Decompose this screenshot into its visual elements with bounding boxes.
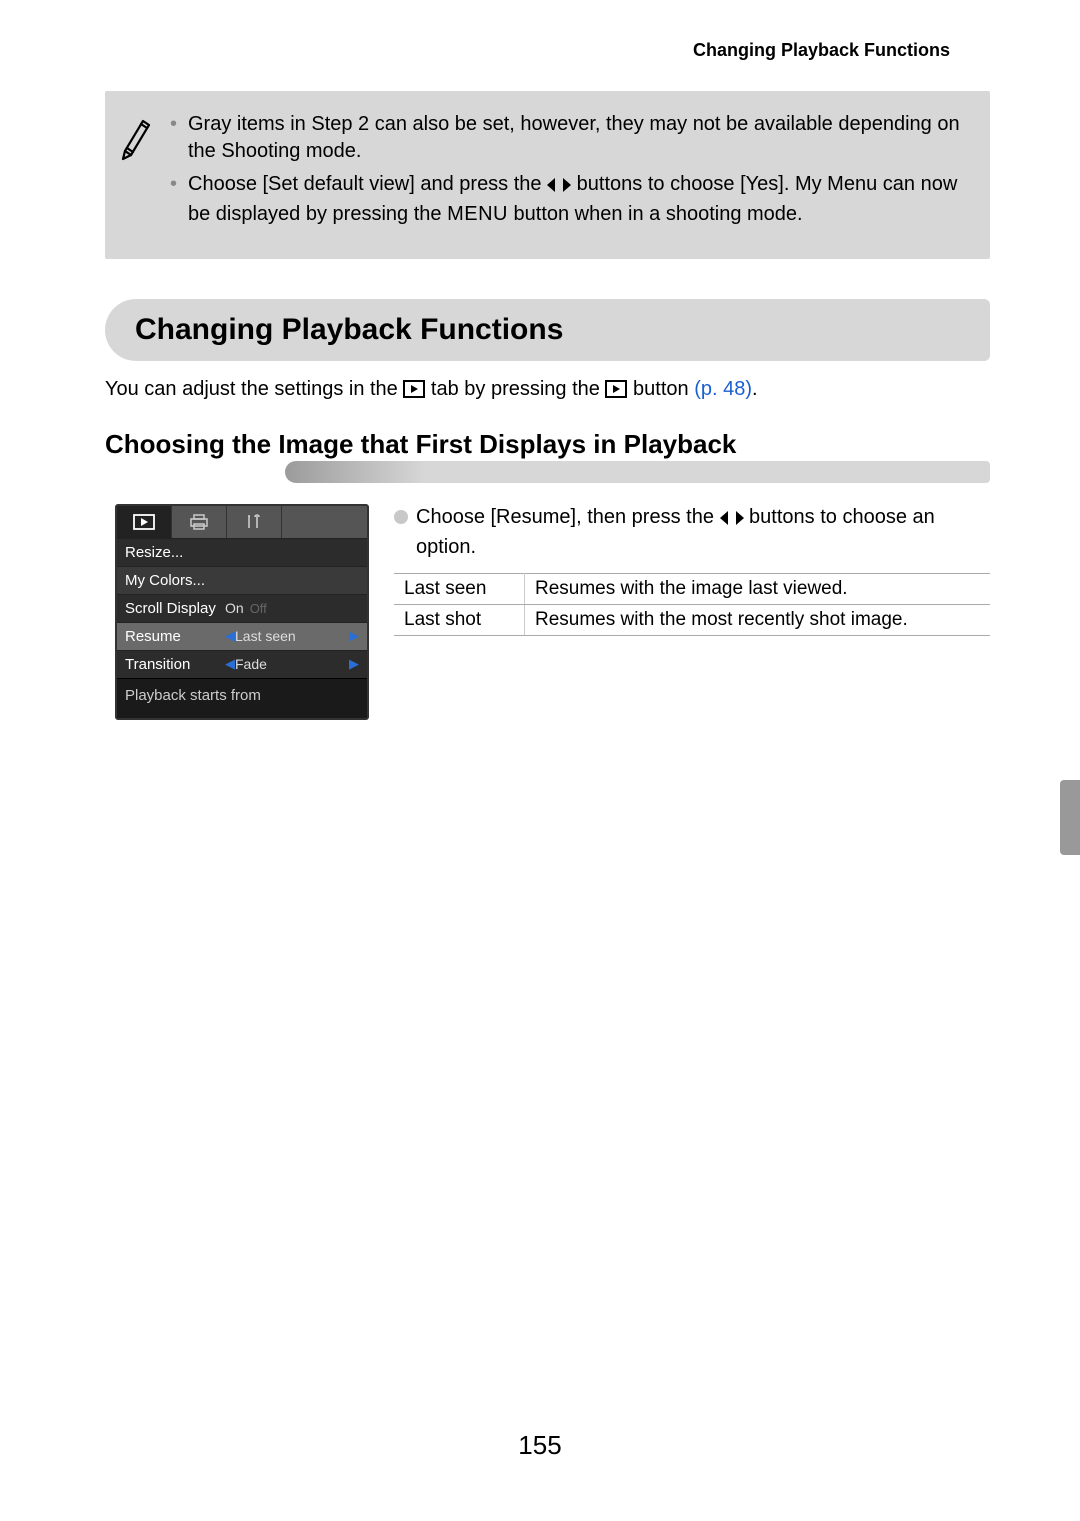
camera-tabs bbox=[117, 506, 367, 538]
menu-item-my-colors: My Colors... bbox=[117, 566, 367, 594]
menu-label: Scroll Display bbox=[125, 600, 225, 617]
intro-mid: tab by pressing the bbox=[425, 378, 605, 400]
option-name: Last shot bbox=[394, 604, 525, 635]
heading-bar bbox=[285, 461, 990, 483]
note-box: Gray items in Step 2 can also be set, ho… bbox=[105, 91, 990, 259]
tools-tab-icon bbox=[227, 506, 282, 538]
note-bullet-2: Choose [Set default view] and press the … bbox=[170, 171, 968, 228]
page: Changing Playback Functions Gray items i… bbox=[0, 0, 1080, 1521]
menu-footer: Playback starts from bbox=[117, 678, 367, 718]
running-header: Changing Playback Functions bbox=[0, 40, 1080, 91]
intro-post: button bbox=[627, 378, 694, 400]
instruction-column: Choose [Resume], then press the buttons … bbox=[394, 504, 990, 636]
menu-item-scroll-display: Scroll Display On Off bbox=[117, 594, 367, 622]
left-arrow-icon: ◀ bbox=[225, 628, 235, 644]
menu-value-off: Off bbox=[250, 601, 267, 616]
left-right-arrows-icon bbox=[720, 507, 744, 534]
intro-text: You can adjust the settings in the tab b… bbox=[105, 376, 990, 406]
page-number: 155 bbox=[0, 1430, 1080, 1461]
left-right-arrows-icon bbox=[547, 174, 571, 201]
playback-tab-icon bbox=[403, 379, 425, 406]
options-table: Last seen Resumes with the image last vi… bbox=[394, 573, 990, 636]
note-bullet-1: Gray items in Step 2 can also be set, ho… bbox=[170, 111, 968, 165]
intro-pre: You can adjust the settings in the bbox=[105, 378, 403, 400]
menu-label: Resume bbox=[125, 628, 225, 645]
menu-label: My Colors... bbox=[125, 572, 225, 589]
option-desc: Resumes with the most recently shot imag… bbox=[525, 604, 991, 635]
table-row: Last shot Resumes with the most recently… bbox=[394, 604, 990, 635]
page-reference-link[interactable]: (p. 48) bbox=[694, 378, 752, 400]
right-arrow-icon: ▶ bbox=[349, 656, 359, 672]
note-text: Gray items in Step 2 can also be set, ho… bbox=[188, 113, 960, 162]
menu-label: Resize... bbox=[125, 544, 225, 561]
intro-end: . bbox=[752, 378, 758, 400]
content-row: Resize... My Colors... Scroll Display On… bbox=[115, 504, 990, 720]
playback-tab-icon bbox=[117, 506, 172, 538]
menu-item-resume: Resume ◀ Last seen ▶ bbox=[117, 622, 367, 650]
menu-word: MENU bbox=[447, 203, 508, 225]
playback-button-icon bbox=[605, 379, 627, 406]
table-row: Last seen Resumes with the image last vi… bbox=[394, 573, 990, 604]
menu-item-transition: Transition ◀ Fade ▶ bbox=[117, 650, 367, 678]
subsection: Choosing the Image that First Displays i… bbox=[105, 428, 990, 486]
left-arrow-icon: ◀ bbox=[225, 656, 235, 672]
menu-label: Transition bbox=[125, 656, 225, 673]
menu-item-resize: Resize... bbox=[117, 538, 367, 566]
pencil-icon bbox=[115, 113, 155, 166]
note-text: Choose [Set default view] and press the bbox=[188, 173, 547, 195]
section-heading: Changing Playback Functions bbox=[105, 299, 990, 361]
option-desc: Resumes with the image last viewed. bbox=[525, 573, 991, 604]
camera-menu-screenshot: Resize... My Colors... Scroll Display On… bbox=[115, 504, 369, 720]
menu-value: On bbox=[225, 600, 244, 616]
instruction-text: Choose [Resume], then press the bbox=[416, 506, 720, 528]
menu-value: Last seen bbox=[235, 628, 296, 644]
option-name: Last seen bbox=[394, 573, 525, 604]
subsection-heading: Choosing the Image that First Displays i… bbox=[105, 428, 990, 461]
print-tab-icon bbox=[172, 506, 227, 538]
right-arrow-icon: ▶ bbox=[349, 628, 359, 644]
side-tab bbox=[1060, 780, 1080, 855]
note-text: button when in a shooting mode. bbox=[508, 203, 803, 225]
instruction-bullet: Choose [Resume], then press the buttons … bbox=[394, 504, 990, 561]
menu-value: Fade bbox=[235, 656, 267, 672]
